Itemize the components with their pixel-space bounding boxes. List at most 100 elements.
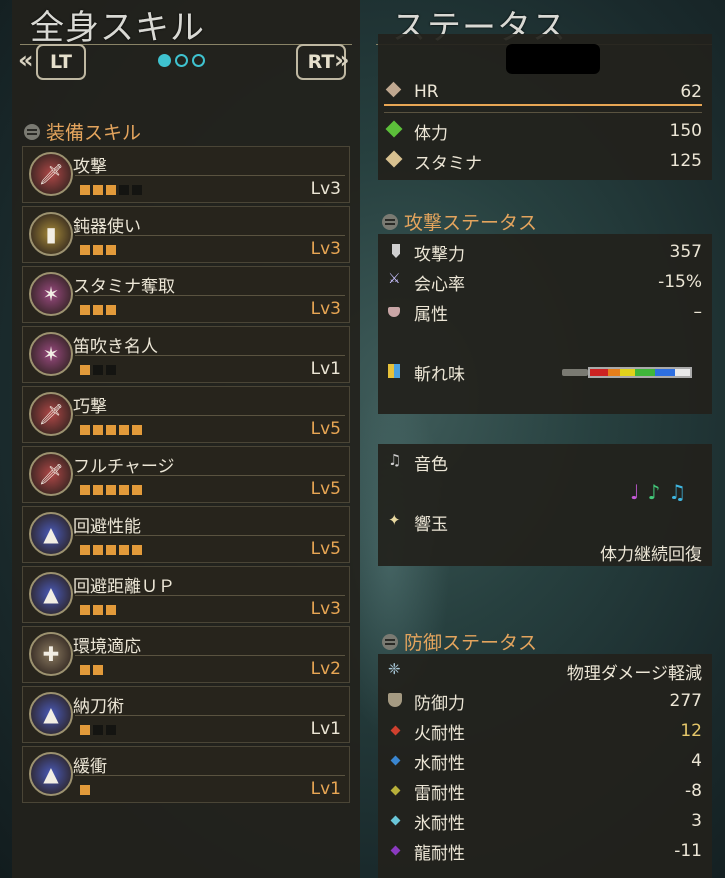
skill-name: 巧撃: [73, 397, 107, 417]
skill-name: 緩衝: [73, 757, 107, 777]
skill-divider: [75, 235, 345, 236]
equipped-skills-label: 装備スキル: [46, 122, 142, 144]
skill-level-pips: [80, 185, 142, 195]
stamina-icon: [385, 150, 403, 168]
level-pip-filled: [93, 245, 103, 255]
stamina-row: スタミナ 125: [384, 147, 702, 175]
level-pip-filled: [80, 185, 90, 195]
attack-power-icon: [392, 244, 400, 258]
lt-button[interactable]: LT: [36, 44, 86, 80]
defense-value: 277: [669, 691, 702, 711]
defense-icon: [388, 693, 402, 707]
fire-label: 火耐性: [414, 723, 465, 744]
skill-row[interactable]: ▲ 回避距離ＵＰ Lv3: [22, 566, 350, 623]
skill-divider: [75, 715, 345, 716]
sharpness-blade: [588, 367, 692, 378]
quick-sheath-icon: ▲: [29, 692, 73, 736]
stamina-label: スタミナ: [414, 153, 482, 174]
next-chevron-icon[interactable]: »: [334, 46, 350, 74]
defense-row: 防御力 277: [384, 687, 702, 715]
hr-value: 62: [680, 82, 702, 102]
level-pip-filled: [119, 545, 129, 555]
level-pip-filled: [80, 425, 90, 435]
level-pip-filled: [106, 245, 116, 255]
water-res-row: 水耐性 4: [384, 747, 702, 775]
attack-status-header: 攻撃ステータス: [382, 208, 537, 235]
skill-row[interactable]: 🗡 フルチャージ Lv5: [22, 446, 350, 503]
defense-label: 防御力: [414, 693, 465, 714]
skill-row[interactable]: 🗡 巧撃 Lv5: [22, 386, 350, 443]
skill-divider: [75, 775, 345, 776]
skill-level: Lv1: [310, 779, 341, 799]
skill-row[interactable]: ✶ 笛吹き名人 Lv1: [22, 326, 350, 383]
defense-buff-value: 物理ダメージ軽減: [566, 663, 702, 684]
level-pip-filled: [106, 545, 116, 555]
skill-level: Lv3: [310, 299, 341, 319]
element-icon: [388, 307, 400, 317]
attack-status-label: 攻撃ステータス: [404, 212, 538, 234]
skill-divider: [75, 535, 345, 536]
skill-row[interactable]: ▲ 納刀術 Lv1: [22, 686, 350, 743]
skill-row[interactable]: ✶ スタミナ奪取 Lv3: [22, 266, 350, 323]
green-note-icon: ♪: [647, 480, 661, 504]
adrenaline-icon: 🗡: [29, 392, 73, 436]
cyan-note-icon: ♫: [668, 480, 687, 504]
skill-row[interactable]: ▲ 回避性能 Lv5: [22, 506, 350, 563]
level-pip-filled: [132, 425, 142, 435]
horn-maestro-icon: ✶: [29, 332, 73, 376]
skill-level: Lv5: [310, 419, 341, 439]
skill-row[interactable]: ▮ 鈍器使い Lv3: [22, 206, 350, 263]
level-pip-filled: [106, 305, 116, 315]
fire-icon: [390, 725, 401, 736]
skill-divider: [75, 475, 345, 476]
skill-level-pips: [80, 545, 142, 555]
level-pip-filled: [80, 545, 90, 555]
page-dot-3: [192, 54, 205, 67]
dragon-res-row: 龍耐性 -11: [384, 837, 702, 865]
section-icon: [382, 213, 398, 230]
page-dot-1: [158, 54, 171, 67]
echo-value: 体力継続回復: [600, 544, 702, 565]
level-pip-empty: [132, 185, 142, 195]
level-pip-empty: [119, 185, 129, 195]
evade-icon: ▲: [29, 512, 73, 556]
skill-row[interactable]: ✚ 環境適応 Lv2: [22, 626, 350, 683]
ice-label: 氷耐性: [414, 813, 465, 834]
water-icon: [390, 755, 401, 766]
level-pip-empty: [106, 365, 116, 375]
level-pip-filled: [106, 605, 116, 615]
echo-bubble-icon: ✦: [388, 511, 401, 529]
level-pip-filled: [80, 665, 90, 675]
skill-divider: [75, 655, 345, 656]
skill-panel-title: 全身スキル: [30, 8, 205, 48]
skill-name: 回避距離ＵＰ: [73, 577, 175, 597]
skill-name: 環境適応: [73, 637, 141, 657]
defense-buff-row: ❈ 物理ダメージ軽減: [384, 657, 702, 685]
level-pip-filled: [93, 665, 103, 675]
level-pip-filled: [93, 425, 103, 435]
skill-level-pips: [80, 785, 90, 795]
skill-level: Lv3: [310, 599, 341, 619]
prev-chevron-icon[interactable]: «: [18, 46, 34, 74]
page-dot-2: [175, 54, 188, 67]
page-indicator: [158, 54, 205, 67]
sharpness-label: 斬れ味: [414, 364, 465, 385]
skill-row[interactable]: ▲ 緩衝 Lv1: [22, 746, 350, 803]
melody-label: 音色: [414, 454, 448, 475]
sharpness-gauge: [562, 363, 702, 383]
level-pip-filled: [132, 545, 142, 555]
stamina-thief-icon: ✶: [29, 272, 73, 316]
dragon-icon: [390, 845, 401, 856]
skill-level-pips: [80, 665, 103, 675]
element-row: 属性 –: [384, 298, 702, 326]
level-pip-filled: [106, 485, 116, 495]
thunder-icon: [390, 785, 401, 796]
skill-row[interactable]: 🗡 攻撃 Lv3: [22, 146, 350, 203]
skill-divider: [75, 175, 345, 176]
level-pip-filled: [119, 425, 129, 435]
skill-level-pips: [80, 485, 142, 495]
skill-level: Lv1: [310, 719, 341, 739]
skill-divider: [75, 595, 345, 596]
skill-level: Lv2: [310, 659, 341, 679]
skill-level-pips: [80, 725, 116, 735]
